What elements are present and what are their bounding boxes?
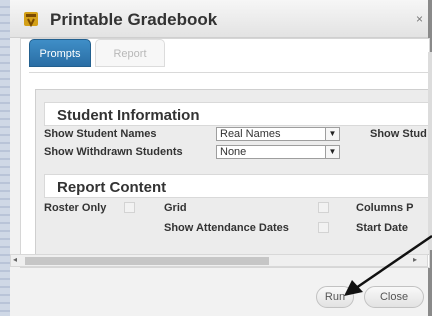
grid-checkbox[interactable] (318, 202, 329, 213)
tab-divider (29, 72, 429, 73)
columns-label-cut: Columns P (356, 202, 414, 214)
grid-label: Grid (164, 202, 187, 214)
show-student-names-label: Show Student Names (44, 128, 157, 140)
start-date-label: Start Date (356, 222, 408, 234)
show-attendance-dates-checkbox[interactable] (318, 222, 329, 233)
tab-report[interactable]: Report (95, 39, 165, 67)
show-attendance-dates-label: Show Attendance Dates (164, 222, 289, 234)
gradebook-icon (24, 12, 38, 28)
show-student-names-value: Real Names (220, 128, 281, 140)
show-withdrawn-students-label: Show Withdrawn Students (44, 146, 183, 158)
prompts-panel: Student Information Show Student Names R… (35, 89, 429, 255)
show-student-names-select[interactable]: Real Names ▼ (216, 127, 340, 141)
horizontal-scrollbar-thumb[interactable] (25, 257, 269, 265)
vertical-scrollbar[interactable] (428, 52, 432, 250)
printable-gradebook-dialog: Printable Gradebook × Prompts Report Stu… (10, 0, 432, 316)
student-information-title: Student Information (57, 107, 200, 124)
show-withdrawn-students-select[interactable]: None ▼ (216, 145, 340, 159)
dialog-titlebar[interactable]: Printable Gradebook × (10, 0, 428, 38)
dialog-content: Prompts Report Student Information Show … (20, 38, 430, 268)
dialog-title: Printable Gradebook (50, 10, 218, 29)
report-content-title: Report Content (57, 179, 167, 196)
scroll-right-icon[interactable]: ▸ (413, 255, 417, 264)
show-students-label-cut: Show Stud (370, 128, 427, 140)
horizontal-scrollbar[interactable]: ◂ ▸ (10, 254, 428, 267)
background-window-edge (0, 0, 10, 316)
chevron-down-icon: ▼ (325, 128, 339, 140)
roster-only-label: Roster Only (44, 202, 107, 214)
roster-only-checkbox[interactable] (124, 202, 135, 213)
close-button[interactable]: Close (364, 286, 424, 308)
chevron-down-icon: ▼ (325, 146, 339, 158)
tab-prompts[interactable]: Prompts (29, 39, 91, 67)
show-withdrawn-students-value: None (220, 146, 247, 158)
close-icon[interactable]: × (416, 12, 426, 26)
student-information-header[interactable]: Student Information (44, 102, 429, 126)
report-content-header[interactable]: Report Content (44, 174, 429, 198)
scroll-left-icon[interactable]: ◂ (13, 255, 17, 264)
run-button[interactable]: Run (316, 286, 354, 308)
